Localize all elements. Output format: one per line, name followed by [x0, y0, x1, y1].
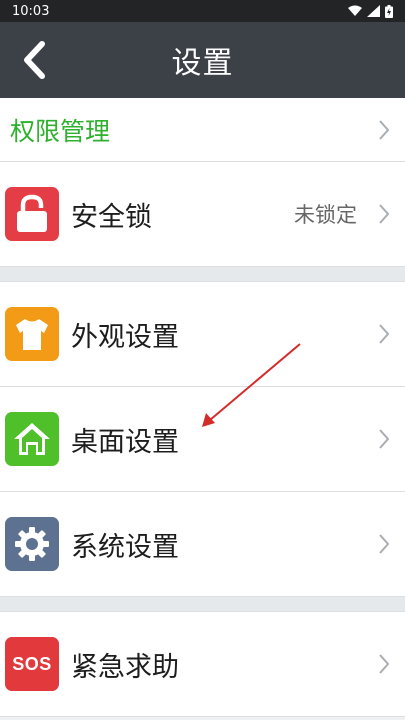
- appearance-settings-row[interactable]: 外观设置: [0, 282, 405, 387]
- chevron-right-icon: [379, 119, 390, 140]
- wifi-icon: [348, 5, 362, 16]
- chevron-right-icon: [379, 429, 390, 449]
- appearance-settings-label: 外观设置: [71, 321, 179, 353]
- sos-icon: SOS: [5, 637, 59, 691]
- app-bar: 设置: [0, 22, 405, 98]
- gear-icon: [5, 517, 59, 571]
- chevron-right-icon: [379, 534, 390, 554]
- emergency-help-row[interactable]: SOS 紧急求助: [0, 612, 405, 717]
- desktop-settings-label: 桌面设置: [71, 426, 179, 458]
- chevron-right-icon: [379, 204, 390, 224]
- lock-status-value: 未锁定: [294, 203, 357, 227]
- system-settings-label: 系统设置: [71, 531, 179, 563]
- back-arrow-icon: [24, 41, 45, 79]
- chevron-right-icon: [379, 324, 390, 344]
- home-icon: [5, 412, 59, 466]
- signal-icon: [367, 5, 380, 17]
- status-time: 10:03: [12, 3, 50, 19]
- lock-icon: [5, 187, 59, 241]
- permission-management-label: 权限管理: [10, 116, 111, 146]
- battery-icon: [385, 4, 393, 18]
- section-divider: [0, 597, 405, 612]
- system-settings-row[interactable]: 系统设置: [0, 492, 405, 597]
- sos-icon-text: SOS: [12, 653, 52, 674]
- permission-management-row[interactable]: 权限管理: [0, 98, 405, 162]
- status-bar: 10:03: [0, 0, 405, 22]
- page-title: 设置: [171, 46, 234, 81]
- section-divider: [0, 267, 405, 282]
- status-icons: [348, 4, 393, 18]
- tshirt-icon: [5, 307, 59, 361]
- emergency-help-label: 紧急求助: [71, 651, 179, 683]
- security-lock-label: 安全锁: [71, 201, 152, 233]
- security-lock-row[interactable]: 安全锁 未锁定: [0, 162, 405, 267]
- back-button[interactable]: [14, 40, 54, 80]
- desktop-settings-row[interactable]: 桌面设置: [0, 387, 405, 492]
- chevron-right-icon: [379, 654, 390, 674]
